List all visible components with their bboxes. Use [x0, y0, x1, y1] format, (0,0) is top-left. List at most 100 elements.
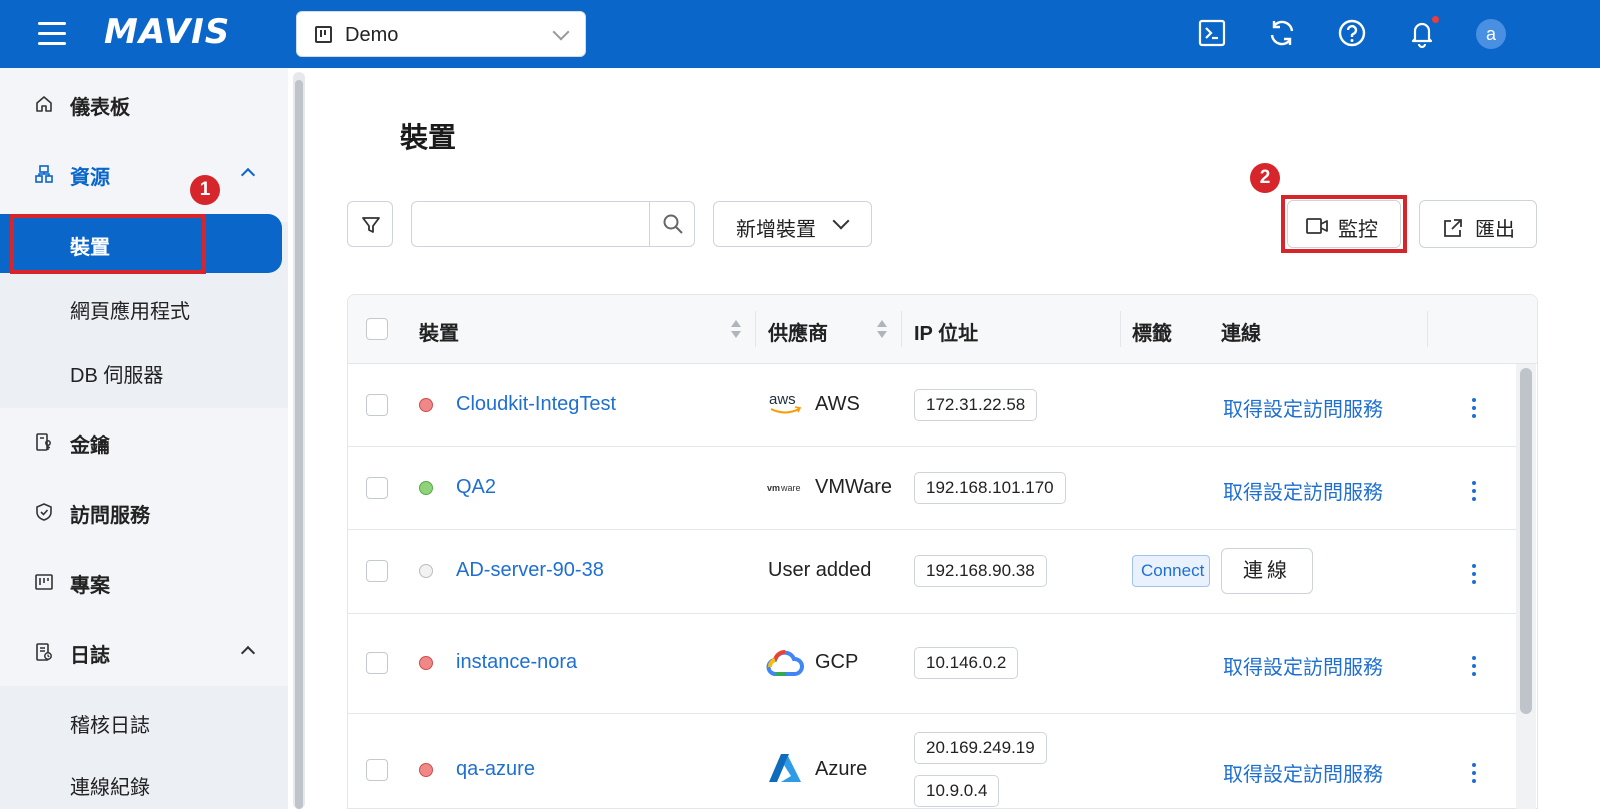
shield-icon [36, 503, 52, 521]
sidebar-item-label: 金鑰 [70, 435, 110, 457]
ip-address: 172.31.22.58 [914, 389, 1038, 421]
sidebar-item-keys[interactable]: 金鑰 [0, 414, 288, 470]
ip-address: 192.168.90.38 [914, 555, 1047, 587]
project-icon [315, 26, 332, 43]
key-icon [36, 433, 51, 451]
devices-table: 裝置 供應商 IP 位址 標籤 連線 Cloudkit-IntegTest aw… [347, 294, 1538, 809]
table-header: 裝置 供應商 IP 位址 標籤 連線 [348, 295, 1537, 364]
annotation-badge-1: 1 [190, 175, 220, 205]
more-actions-icon[interactable] [1472, 763, 1476, 783]
app-logo[interactable]: MAVIS [104, 12, 230, 52]
export-label: 匯出 [1475, 219, 1515, 241]
vendor-name: Azure [815, 758, 868, 780]
sidebar-item-resources[interactable]: 資源 [0, 146, 288, 202]
connect-button[interactable]: 連線 [1221, 548, 1313, 594]
export-button[interactable]: 匯出 [1419, 200, 1537, 248]
add-device-button[interactable]: 新增裝置 [713, 201, 872, 247]
select-all-checkbox[interactable] [366, 318, 388, 340]
column-header-vendor[interactable]: 供應商 [768, 317, 828, 346]
status-dot [419, 763, 433, 777]
avatar[interactable]: a [1476, 19, 1506, 49]
column-divider [901, 311, 902, 347]
row-checkbox[interactable] [366, 560, 388, 582]
project-select-value: Demo [345, 24, 399, 46]
filter-button[interactable] [347, 201, 393, 247]
add-device-label: 新增裝置 [736, 219, 816, 241]
annotation-badge-2: 2 [1250, 163, 1280, 193]
search-divider [649, 202, 650, 246]
table-row: instance-nora GCP 10.146.0.2 取得設定訪問服務 [348, 614, 1518, 714]
get-access-service-link[interactable]: 取得設定訪問服務 [1223, 758, 1383, 787]
annotation-highlight-1 [10, 214, 206, 274]
get-access-service-link[interactable]: 取得設定訪問服務 [1223, 651, 1383, 680]
ip-address: 10.9.0.4 [914, 775, 1000, 807]
sidebar-item-session-records[interactable]: 連線紀錄 [0, 756, 288, 812]
table-scrollbar-thumb[interactable] [1520, 368, 1532, 714]
vendor-name: GCP [815, 651, 859, 673]
table-row: Cloudkit-IntegTest aws AWS 172.31.22.58 … [348, 364, 1518, 447]
device-link[interactable]: QA2 [456, 476, 496, 499]
search-input[interactable] [420, 208, 650, 240]
column-header-tags: 標籤 [1132, 323, 1172, 345]
refresh-icon[interactable] [1266, 17, 1298, 49]
more-actions-icon[interactable] [1472, 564, 1476, 584]
help-icon[interactable] [1336, 17, 1368, 49]
sidebar-item-logs[interactable]: 日誌 [0, 624, 288, 680]
table-row: QA2 vm ware VMWare 192.168.101.170 取得設定訪… [348, 447, 1518, 530]
sidebar-item-projects[interactable]: 專案 [0, 554, 288, 610]
more-actions-icon[interactable] [1472, 656, 1476, 676]
menu-icon[interactable] [38, 22, 66, 46]
gcp-logo-icon [766, 650, 804, 676]
sidebar-item-dashboard[interactable]: 儀表板 [0, 76, 288, 132]
project-select[interactable]: Demo [296, 11, 586, 57]
resource-icon [35, 165, 53, 183]
row-checkbox[interactable] [366, 759, 388, 781]
row-checkbox[interactable] [366, 394, 388, 416]
sidebar-scrollbar-thumb[interactable] [295, 80, 303, 809]
more-actions-icon[interactable] [1472, 481, 1476, 501]
sidebar-item-label: 資源 [70, 167, 110, 189]
sidebar-item-web-apps[interactable]: 網頁應用程式 [0, 280, 288, 336]
sort-icon[interactable] [876, 320, 888, 340]
chevron-up-icon[interactable] [240, 167, 256, 183]
search-icon[interactable] [662, 213, 684, 235]
device-link[interactable]: AD-server-90-38 [456, 559, 604, 582]
column-divider [1120, 311, 1121, 347]
device-link[interactable]: qa-azure [456, 758, 535, 781]
external-link-icon [1444, 219, 1462, 237]
filter-icon [362, 217, 380, 233]
table-row: qa-azure Azure 20.169.249.19 10.9.0.4 取得… [348, 714, 1518, 808]
sort-icon[interactable] [730, 320, 742, 340]
sidebar-item-label: 稽核日誌 [70, 715, 150, 737]
svg-text:ware: ware [780, 483, 801, 493]
chevron-down-icon [832, 212, 850, 230]
vmware-logo-icon: vm ware [767, 483, 801, 493]
sidebar-item-db-servers[interactable]: DB 伺服器 [0, 344, 288, 400]
notification-dot [1430, 14, 1441, 25]
sidebar-item-label: 儀表板 [70, 97, 130, 119]
get-access-service-link[interactable]: 取得設定訪問服務 [1223, 393, 1383, 422]
terminal-icon[interactable] [1196, 17, 1228, 49]
more-actions-icon[interactable] [1472, 398, 1476, 418]
sidebar-item-label: 專案 [70, 575, 110, 597]
column-divider [1427, 311, 1428, 347]
sidebar-item-label: 連線紀錄 [70, 777, 150, 799]
device-link[interactable]: instance-nora [456, 651, 577, 674]
home-icon [36, 96, 52, 112]
device-link[interactable]: Cloudkit-IntegTest [456, 393, 616, 416]
sidebar-item-audit-logs[interactable]: 稽核日誌 [0, 694, 288, 750]
get-access-service-link[interactable]: 取得設定訪問服務 [1223, 476, 1383, 505]
vendor-name: User added [768, 559, 872, 581]
svg-text:vm: vm [767, 483, 780, 493]
vendor-name: AWS [815, 393, 860, 415]
ip-address: 20.169.249.19 [914, 732, 1047, 764]
tag-badge: Connect [1132, 555, 1210, 587]
row-checkbox[interactable] [366, 652, 388, 674]
search-box [411, 201, 695, 247]
row-checkbox[interactable] [366, 477, 388, 499]
column-header-connection: 連線 [1221, 323, 1261, 345]
sidebar-item-access-services[interactable]: 訪問服務 [0, 484, 288, 540]
column-header-device[interactable]: 裝置 [419, 317, 459, 346]
column-header-ip: IP 位址 [914, 323, 979, 345]
chevron-up-icon[interactable] [240, 645, 256, 661]
